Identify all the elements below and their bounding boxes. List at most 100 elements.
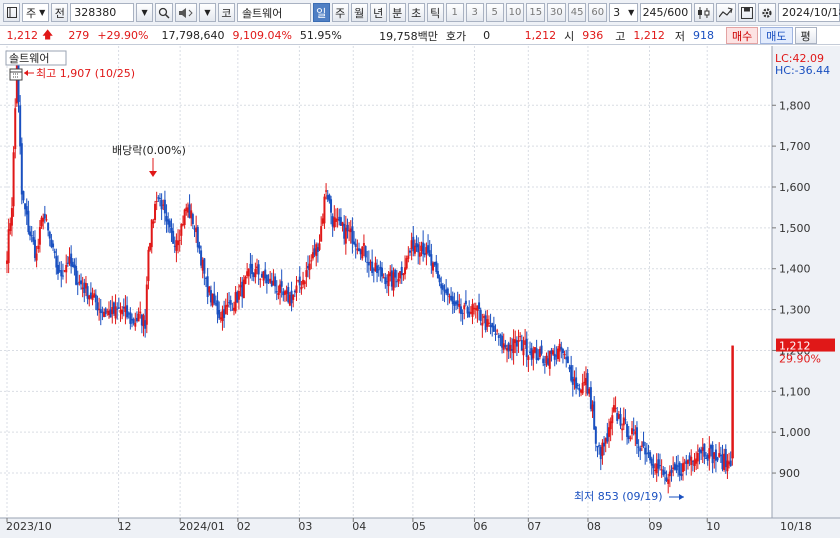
x-tick-label: 2024/01: [179, 520, 225, 533]
candle-body: [621, 428, 624, 431]
market-prefix-button[interactable]: 코: [217, 3, 235, 22]
candle-body: [104, 308, 107, 315]
interval-button-3[interactable]: 3: [465, 3, 484, 22]
candle-body: [275, 291, 278, 293]
current-change-text: 29.90%: [779, 353, 821, 366]
hc-value: HC:-36.44: [775, 64, 830, 77]
candle-body: [463, 305, 466, 310]
candle-body: [244, 276, 247, 284]
low-label: 저: [674, 29, 685, 43]
candle-body: [614, 407, 617, 409]
open-value: 936: [582, 29, 604, 42]
price-chart[interactable]: 9001,0001,1001,2001,3001,4001,5001,6001,…: [0, 46, 840, 538]
type-button[interactable]: 전: [51, 3, 69, 22]
candle-body: [265, 274, 268, 284]
candle-body: [696, 452, 699, 462]
interval-button-30[interactable]: 30: [547, 3, 566, 22]
candle-body: [137, 313, 140, 322]
candle-body: [663, 471, 666, 474]
volume: 17,798,640: [161, 29, 225, 42]
interval-button-60[interactable]: 60: [588, 3, 608, 22]
interval-select[interactable]: 3 ▼: [609, 3, 639, 22]
sound-button[interactable]: [175, 3, 197, 22]
candle-body: [658, 465, 661, 467]
candle-body: [594, 426, 597, 444]
interval-button-45[interactable]: 45: [567, 3, 587, 22]
y-tick-label: 1,400: [779, 263, 811, 276]
current-price: 1,212: [6, 29, 39, 42]
toolbar: 주 ▼ 전 328380 ▼ ▼ 코 솔트웨어 일 주 월 년 분 초 틱 1 3…: [0, 0, 840, 26]
candle-body: [177, 240, 180, 246]
settings-button[interactable]: [758, 3, 777, 22]
chevron-down-icon: ▼: [39, 8, 46, 17]
candle-body: [464, 300, 467, 305]
candle-body: [703, 443, 706, 457]
line-chart-icon: [719, 7, 733, 17]
search-button[interactable]: [155, 3, 173, 22]
evaluate-button-label: 평: [800, 29, 811, 43]
candle-body: [670, 469, 673, 473]
candle-body: [126, 305, 129, 318]
period-tab-label: 주: [335, 6, 346, 20]
interval-button-1[interactable]: 1: [445, 3, 464, 22]
candle-body: [716, 457, 719, 461]
stock-code-input[interactable]: 328380: [70, 3, 135, 22]
candle-body: [247, 268, 250, 277]
date-field[interactable]: 2024/10/18: [778, 3, 840, 22]
period-tab-2[interactable]: 월: [350, 3, 368, 22]
market-select[interactable]: 주 ▼: [22, 3, 50, 22]
sound-dropdown-button[interactable]: ▼: [198, 3, 216, 22]
candle-body: [622, 417, 625, 426]
candle-body: [121, 309, 124, 315]
high-annotation: 최고 1,907 (10/25): [24, 67, 135, 80]
candle-body: [504, 344, 507, 348]
period-tab-5[interactable]: 초: [407, 3, 425, 22]
calendar-icon[interactable]: [9, 68, 23, 81]
x-tick-label: 10: [706, 520, 720, 533]
period-tab-0[interactable]: 일: [312, 3, 330, 22]
period-tab-label: 틱: [430, 6, 441, 20]
code-dropdown-button[interactable]: ▼: [136, 3, 154, 22]
period-tab-4[interactable]: 분: [388, 3, 406, 22]
candle-body: [446, 288, 449, 296]
candle-body: [213, 293, 216, 304]
candle-body: [19, 105, 22, 147]
candle-body: [65, 264, 68, 273]
x-tick-label: 09: [649, 520, 663, 533]
period-tab-3[interactable]: 년: [369, 3, 387, 22]
period-tab-1[interactable]: 주: [331, 3, 349, 22]
bid-value: 0: [483, 29, 491, 42]
candle-body: [139, 311, 142, 314]
interval-button-5[interactable]: 5: [485, 3, 504, 22]
candle-body: [303, 281, 306, 285]
bar-count-field[interactable]: 245/600: [640, 3, 693, 22]
candle-body: [17, 62, 20, 102]
dividend-annotation-text: 배당락(0.00%): [112, 144, 186, 157]
window-menu-icon[interactable]: [3, 3, 20, 22]
interval-button-10[interactable]: 10: [505, 3, 525, 22]
candle-body: [310, 260, 313, 262]
sell-button[interactable]: 매도: [760, 27, 793, 44]
change-percent: +29.90%: [97, 29, 149, 42]
y-tick-label: 1,500: [779, 222, 811, 235]
candle-body: [422, 242, 425, 255]
candle-body: [45, 219, 48, 221]
candle-style-button[interactable]: [694, 3, 715, 22]
period-tab-6[interactable]: 틱: [426, 3, 444, 22]
save-icon: [741, 6, 754, 19]
candle-body: [543, 364, 546, 366]
y-tick-label: 1,300: [779, 304, 811, 317]
buy-button[interactable]: 매수: [726, 27, 759, 44]
indicator-button[interactable]: [716, 3, 737, 22]
candle-body: [12, 152, 15, 207]
candle-body: [158, 198, 161, 200]
evaluate-button[interactable]: 평: [794, 27, 817, 44]
candle-body: [686, 460, 689, 464]
save-button[interactable]: [738, 3, 757, 22]
candle-body: [578, 387, 581, 391]
interval-button-15[interactable]: 15: [526, 3, 546, 22]
candle-body: [494, 333, 497, 336]
interval-label: 30: [550, 7, 563, 18]
candle-body: [196, 226, 199, 248]
candle-body: [619, 414, 622, 426]
